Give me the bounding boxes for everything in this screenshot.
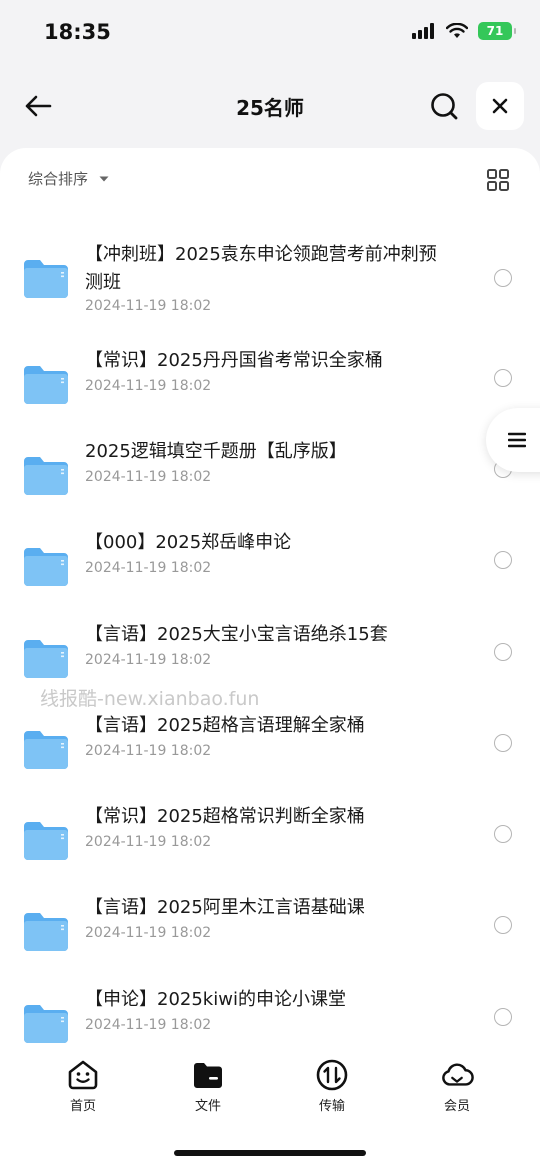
file-row[interactable]: 【言语】2025阿里木江言语基础课 2024-11-19 18:02 [0,893,540,983]
grid-icon [487,169,509,191]
cloud-icon [440,1058,474,1092]
file-row[interactable]: 【冲刺班】2025袁东申论领跑营考前冲刺预测班 2024-11-19 18:02 [0,240,540,330]
tab-label: 会员 [443,1099,470,1114]
close-icon [492,98,508,114]
file-name: 【常识】2025丹丹国省考常识全家桶 [85,350,383,371]
caret-down-icon [99,176,109,181]
tab-transfer[interactable]: 传输 [292,1058,372,1114]
select-radio[interactable] [494,1008,512,1026]
file-name: 【言语】2025大宝小宝言语绝杀15套 [85,624,388,645]
select-radio[interactable] [494,551,512,569]
file-date: 2024-11-19 18:02 [85,560,212,576]
file-date: 2024-11-19 18:02 [85,298,212,314]
file-date: 2024-11-19 18:02 [85,378,212,394]
tab-files[interactable]: 文件 [168,1058,248,1114]
folder-icon [22,638,70,680]
sort-dropdown[interactable]: 综合排序 [28,168,110,189]
file-row[interactable]: 【常识】2025丹丹国省考常识全家桶 2024-11-19 18:02 [0,346,540,436]
folder-icon [22,546,70,588]
folder-icon [22,364,70,406]
sort-label: 综合排序 [28,170,89,188]
menu-icon [508,432,526,448]
tab-label: 文件 [194,1099,221,1114]
search-button[interactable] [424,86,464,126]
file-date: 2024-11-19 18:02 [85,743,212,759]
select-radio[interactable] [494,369,512,387]
file-date: 2024-11-19 18:02 [85,1017,212,1033]
file-name: 【言语】2025阿里木江言语基础课 [85,897,365,918]
file-row[interactable]: 2025逻辑填空千题册【乱序版】 2024-11-19 18:02 [0,437,540,527]
battery-icon: 71 [478,22,516,40]
folder-filled-icon [191,1058,225,1092]
file-row[interactable]: 【常识】2025超格常识判断全家桶 2024-11-19 18:02 [0,802,540,892]
watermark: 线报酷-new.xianbao.fun [40,688,260,710]
file-date: 2024-11-19 18:02 [85,925,212,941]
signal-icon [412,23,434,39]
folder-icon [22,911,70,953]
file-row[interactable]: 【000】2025郑岳峰申论 2024-11-19 18:02 [0,528,540,618]
select-radio[interactable] [494,643,512,661]
file-name: 2025逻辑填空千题册【乱序版】 [85,441,347,462]
tab-member[interactable]: 会员 [417,1058,497,1114]
folder-icon [22,455,70,497]
close-button[interactable] [476,82,524,130]
status-time: 18:35 [44,20,111,44]
grid-view-button[interactable] [486,168,510,192]
folder-icon [22,1003,70,1045]
folder-icon [22,258,70,300]
tab-label: 传输 [318,1099,345,1114]
status-icons: 71 [412,22,516,40]
folder-icon [22,820,70,862]
file-name: 【言语】2025超格言语理解全家桶 [85,715,365,736]
battery-level: 71 [486,24,504,38]
file-name: 【冲刺班】2025袁东申论领跑营考前冲刺预测班 [85,244,437,293]
search-icon [431,93,458,120]
select-radio[interactable] [494,825,512,843]
select-radio[interactable] [494,734,512,752]
status-bar: 18:35 71 [0,0,540,68]
file-name: 【000】2025郑岳峰申论 [85,532,292,553]
select-radio[interactable] [494,269,512,287]
bottom-tab-bar: 首页 文件 传输 会员 [0,1050,540,1130]
home-smile-icon [66,1058,100,1092]
select-radio[interactable] [494,916,512,934]
transfer-icon [315,1058,349,1092]
file-date: 2024-11-19 18:02 [85,652,212,668]
home-indicator [174,1150,366,1156]
file-name: 【常识】2025超格常识判断全家桶 [85,806,365,827]
wifi-icon [446,23,468,38]
tab-label: 首页 [69,1099,96,1114]
file-date: 2024-11-19 18:02 [85,469,212,485]
file-date: 2024-11-19 18:02 [85,834,212,850]
tab-home[interactable]: 首页 [43,1058,123,1114]
folder-icon [22,729,70,771]
header: 25名师 [0,68,540,148]
file-row[interactable]: 【言语】2025超格言语理解全家桶 2024-11-19 18:02 [0,711,540,801]
file-name: 【申论】2025kiwi的申论小课堂 [85,989,346,1010]
